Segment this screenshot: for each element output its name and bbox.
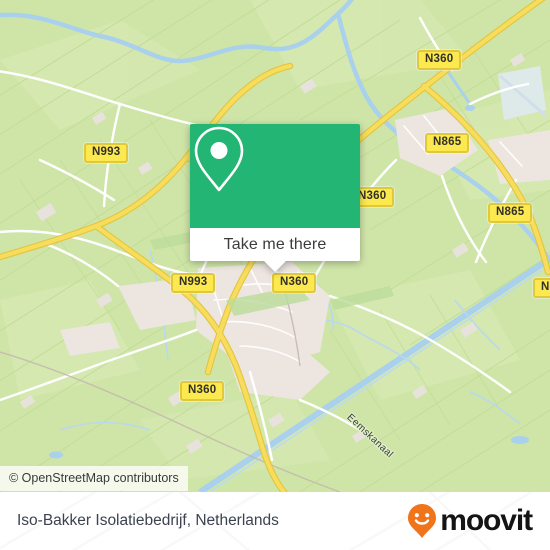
map-pin-icon xyxy=(194,126,244,192)
map-canvas[interactable]: N360 N865 N993 N360 N865 N993 N360 N36 N… xyxy=(0,0,550,492)
moovit-map-page: N360 N865 N993 N360 N865 N993 N360 N36 N… xyxy=(0,0,550,550)
take-me-there-button[interactable]: Take me there xyxy=(190,228,360,272)
moovit-wordmark: moovit xyxy=(440,504,533,537)
road-shield[interactable]: N360 xyxy=(272,273,317,293)
map-attribution[interactable]: © OpenStreetMap contributors xyxy=(0,466,188,491)
road-shield[interactable]: N993 xyxy=(84,143,129,163)
moovit-smiley-pin-icon xyxy=(408,504,437,538)
road-shield[interactable]: N360 xyxy=(180,381,225,401)
road-shield[interactable]: N865 xyxy=(488,203,533,223)
take-me-there-label: Take me there xyxy=(223,235,327,253)
footer-bar: Iso-Bakker Isolatiebedrijf, Netherlands … xyxy=(0,492,550,550)
popup-header xyxy=(190,124,360,228)
road-shield[interactable]: N865 xyxy=(425,133,470,153)
road-shield[interactable]: N993 xyxy=(171,273,216,293)
page-title: Iso-Bakker Isolatiebedrijf, Netherlands xyxy=(17,512,279,529)
location-popup[interactable]: Take me there xyxy=(190,124,360,272)
popup-pointer xyxy=(264,261,286,272)
road-shield[interactable]: N36 xyxy=(533,278,550,298)
moovit-logo[interactable]: moovit xyxy=(407,503,533,539)
road-shield[interactable]: N360 xyxy=(417,50,462,70)
